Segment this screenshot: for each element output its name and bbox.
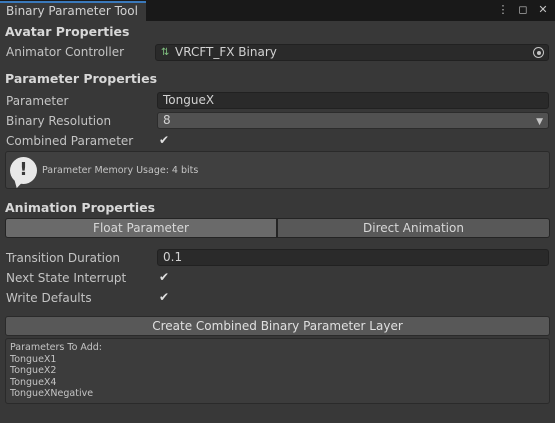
window-tab-bar: Binary Parameter Tool ⋮ ◻ ✕: [0, 0, 555, 21]
avatar-properties-header: Avatar Properties: [5, 24, 130, 39]
combined-parameter-label: Combined Parameter: [6, 134, 134, 148]
parameter-input[interactable]: TongueX: [157, 92, 549, 109]
animator-controller-label: Animator Controller: [6, 45, 125, 59]
tab-binary-parameter-tool[interactable]: Binary Parameter Tool: [0, 1, 146, 21]
binary-resolution-value: 8: [163, 113, 171, 127]
list-item: TongueX2: [10, 365, 57, 376]
memory-usage-text: Parameter Memory Usage: 4 bits: [42, 165, 199, 176]
animator-controller-icon: ⇅: [161, 46, 170, 58]
list-item: TongueXNegative: [10, 388, 94, 399]
animator-controller-value: VRCFT_FX Binary: [175, 45, 277, 59]
help-box: ! Parameter Memory Usage: 4 bits: [5, 151, 550, 189]
transition-duration-input[interactable]: 0.1: [157, 249, 549, 266]
float-parameter-toggle[interactable]: Float Parameter: [5, 218, 277, 238]
animation-properties-header: Animation Properties: [5, 200, 156, 215]
info-icon: !: [10, 157, 37, 184]
kebab-menu-icon[interactable]: ⋮: [497, 3, 509, 17]
write-defaults-label: Write Defaults: [6, 291, 92, 305]
next-state-interrupt-checkbox[interactable]: ✔: [157, 270, 171, 284]
object-picker-icon[interactable]: [533, 47, 544, 58]
write-defaults-checkbox[interactable]: ✔: [157, 290, 171, 304]
binary-resolution-label: Binary Resolution: [6, 114, 112, 128]
close-icon[interactable]: ✕: [537, 3, 549, 17]
create-layer-button[interactable]: Create Combined Binary Parameter Layer: [5, 316, 550, 336]
transition-duration-label: Transition Duration: [6, 251, 120, 265]
parameter-label: Parameter: [6, 94, 69, 108]
next-state-interrupt-label: Next State Interrupt: [6, 271, 127, 285]
list-item: TongueX4: [10, 376, 57, 388]
maximize-icon[interactable]: ◻: [517, 3, 529, 17]
parameter-properties-header: Parameter Properties: [5, 71, 158, 86]
binary-resolution-dropdown[interactable]: 8 ▼: [157, 112, 549, 129]
parameters-to-add-title: Parameters To Add:: [10, 342, 103, 353]
animator-controller-field[interactable]: ⇅ VRCFT_FX Binary: [155, 44, 549, 61]
parameters-to-add-box: Parameters To Add: TongueX1 TongueX2 Ton…: [5, 338, 550, 404]
chevron-down-icon: ▼: [536, 117, 543, 127]
combined-parameter-checkbox[interactable]: ✔: [157, 133, 171, 147]
direct-animation-toggle[interactable]: Direct Animation: [277, 218, 550, 238]
window-controls: ⋮ ◻ ✕: [497, 3, 549, 17]
list-item: TongueX1: [10, 353, 57, 365]
